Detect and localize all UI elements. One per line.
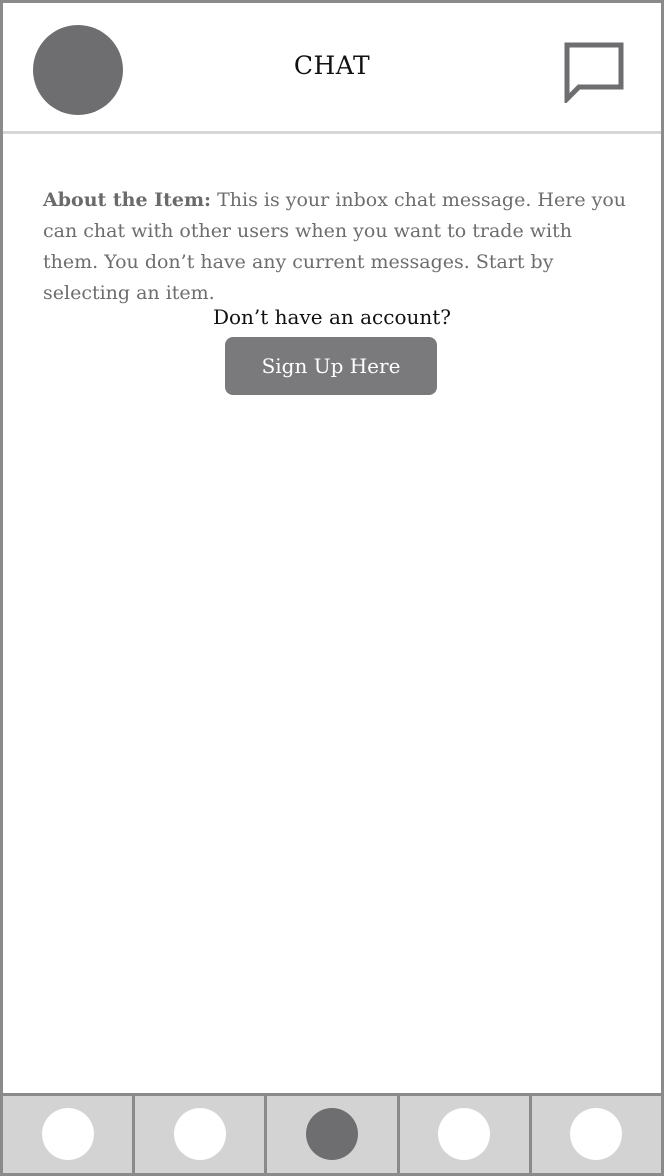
about-item-label: About the Item: (43, 189, 212, 211)
nav-tab-1-icon (41, 1108, 94, 1160)
chat-bubble-icon[interactable] (559, 37, 625, 103)
nav-tab-4[interactable] (400, 1096, 532, 1173)
account-prompt: Don’t have an account? (212, 305, 452, 329)
nav-tab-3[interactable] (267, 1096, 400, 1173)
nav-tab-5-icon (570, 1108, 623, 1160)
nav-tab-4-icon (438, 1108, 491, 1160)
header-bar: CHAT (3, 3, 661, 134)
about-item-text: About the Item: This is your inbox chat … (43, 185, 633, 309)
nav-tab-2[interactable] (135, 1096, 268, 1173)
nav-tab-5[interactable] (532, 1096, 661, 1173)
nav-tab-3-icon (306, 1108, 358, 1160)
nav-tab-1[interactable] (3, 1096, 136, 1173)
bottom-nav-bar (3, 1093, 661, 1173)
nav-tab-2-icon (173, 1108, 226, 1160)
app-frame: CHAT About the Item: This is your inbox … (0, 0, 664, 1176)
sign-up-button[interactable]: Sign Up Here (225, 337, 437, 395)
